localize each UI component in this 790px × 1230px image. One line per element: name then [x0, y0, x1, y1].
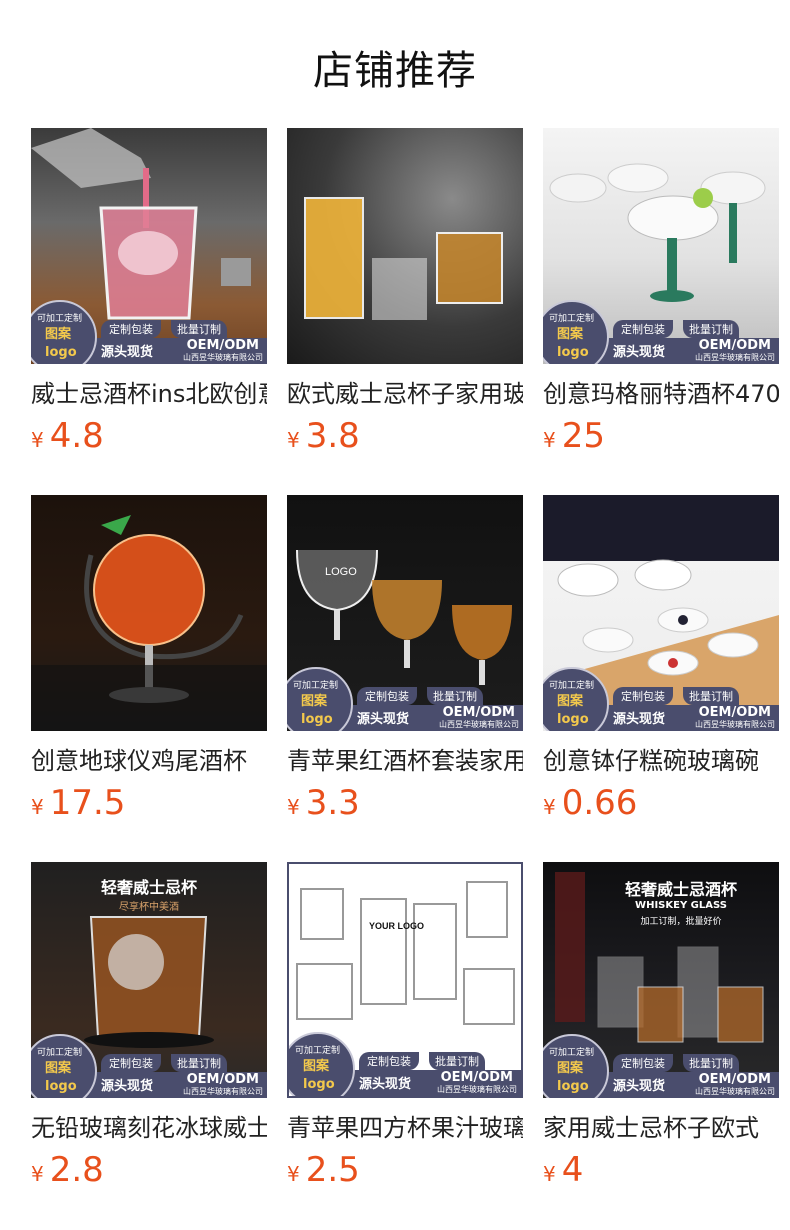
- product-card[interactable]: 欧式威士忌杯子家用玻璃 ¥3.8: [287, 128, 523, 462]
- product-price: ¥0.66: [543, 783, 638, 823]
- product-name[interactable]: 创意钵仔糕碗玻璃碗: [543, 745, 779, 777]
- product-name[interactable]: 欧式威士忌杯子家用玻璃: [287, 378, 523, 410]
- product-card[interactable]: 可加工定制 图案 logo 定制包装 批量订制 源头现货 OEM/ODM 山西昱华玻璃有限…: [543, 495, 779, 829]
- product-image[interactable]: 轻奢威士忌酒杯 WHISKEY GLASS 加工订制，批量好价 可加工定制 图案 l…: [543, 862, 779, 1098]
- promo-badge: 可加工定制 图案 logo 定制包装 批量订制 源头现货 OEM/ODM 山西昱华玻璃有限…: [31, 300, 267, 364]
- promo-badge: 可加工定制 图案 logo 定制包装 批量订制 源头现货 OEM/ODM 山西昱华玻璃有限…: [543, 1034, 779, 1098]
- product-price: ¥4.8: [31, 416, 104, 456]
- promo-badge: 可加工定制 图案 logo 定制包装 批量订制 源头现货 OEM/ODM 山西昱华玻璃有限…: [289, 1032, 521, 1096]
- product-price: ¥3.3: [287, 783, 360, 823]
- product-card[interactable]: 可加工定制 图案 logo 定制包装 批量订制 源头现货 OEM/ODM 山西昱华玻璃有限…: [31, 128, 267, 462]
- product-name[interactable]: 威士忌酒杯ins北欧创意: [31, 378, 267, 410]
- product-card[interactable]: 可加工定制 图案 logo 定制包装 批量订制 源头现货 OEM/ODM 山西昱华玻璃有限…: [543, 128, 779, 462]
- product-card[interactable]: YOUR LOGO 可加工定制 图案 logo 定制包装 批量订制 源头现货 OEM/O…: [287, 862, 523, 1196]
- product-name[interactable]: 青苹果四方杯果汁玻璃: [287, 1112, 523, 1144]
- product-card[interactable]: 轻奢威士忌酒杯 WHISKEY GLASS 加工订制，批量好价 可加工定制 图案 l…: [543, 862, 779, 1196]
- product-card[interactable]: 创意地球仪鸡尾酒杯 ¥17.5: [31, 495, 267, 829]
- product-price: ¥2.5: [287, 1150, 360, 1190]
- product-card[interactable]: LOGO 可加工定制 图案 logo 定制包装 批量订制 源头现货 OEM/ODM 山西昱…: [287, 495, 523, 829]
- product-price: ¥17.5: [31, 783, 126, 823]
- product-image[interactable]: [287, 128, 523, 364]
- product-name[interactable]: 青苹果红酒杯套装家用: [287, 745, 523, 777]
- product-price: ¥2.8: [31, 1150, 104, 1190]
- product-name[interactable]: 创意玛格丽特酒杯470ml: [543, 378, 779, 410]
- product-name[interactable]: 无铅玻璃刻花冰球威士忌: [31, 1112, 267, 1144]
- section-title: 店铺推荐: [313, 48, 477, 94]
- product-image[interactable]: 可加工定制 图案 logo 定制包装 批量订制 源头现货 OEM/ODM 山西昱华玻璃有限…: [543, 495, 779, 731]
- product-image[interactable]: LOGO 可加工定制 图案 logo 定制包装 批量订制 源头现货 OEM/ODM 山西昱…: [287, 495, 523, 731]
- promo-badge: 可加工定制 图案 logo 定制包装 批量订制 源头现货 OEM/ODM 山西昱华玻璃有限…: [543, 300, 779, 364]
- product-image[interactable]: YOUR LOGO 可加工定制 图案 logo 定制包装 批量订制 源头现货 OEM/O…: [287, 862, 523, 1098]
- product-image[interactable]: [31, 495, 267, 731]
- product-image[interactable]: 可加工定制 图案 logo 定制包装 批量订制 源头现货 OEM/ODM 山西昱华玻璃有限…: [31, 128, 267, 364]
- product-card[interactable]: 轻奢威士忌杯 尽享杯中美酒 可加工定制 图案 logo 定制包装 批量订制 源头现货 O…: [31, 862, 267, 1196]
- svg-text:LOGO: LOGO: [325, 566, 357, 578]
- product-image[interactable]: 可加工定制 图案 logo 定制包装 批量订制 源头现货 OEM/ODM 山西昱华玻璃有限…: [543, 128, 779, 364]
- product-price: ¥25: [543, 416, 605, 456]
- product-name[interactable]: 创意地球仪鸡尾酒杯: [31, 745, 267, 777]
- product-price: ¥3.8: [287, 416, 360, 456]
- promo-badge: 可加工定制 图案 logo 定制包装 批量订制 源头现货 OEM/ODM 山西昱华玻璃有限…: [287, 667, 523, 731]
- promo-badge: 可加工定制 图案 logo 定制包装 批量订制 源头现货 OEM/ODM 山西昱华玻璃有限…: [543, 667, 779, 731]
- product-name[interactable]: 家用威士忌杯子欧式: [543, 1112, 779, 1144]
- promo-badge: 可加工定制 图案 logo 定制包装 批量订制 源头现货 OEM/ODM 山西昱华玻璃有限…: [31, 1034, 267, 1098]
- product-image[interactable]: 轻奢威士忌杯 尽享杯中美酒 可加工定制 图案 logo 定制包装 批量订制 源头现货 O…: [31, 862, 267, 1098]
- product-price: ¥4: [543, 1150, 584, 1190]
- svg-text:YOUR LOGO: YOUR LOGO: [369, 921, 424, 931]
